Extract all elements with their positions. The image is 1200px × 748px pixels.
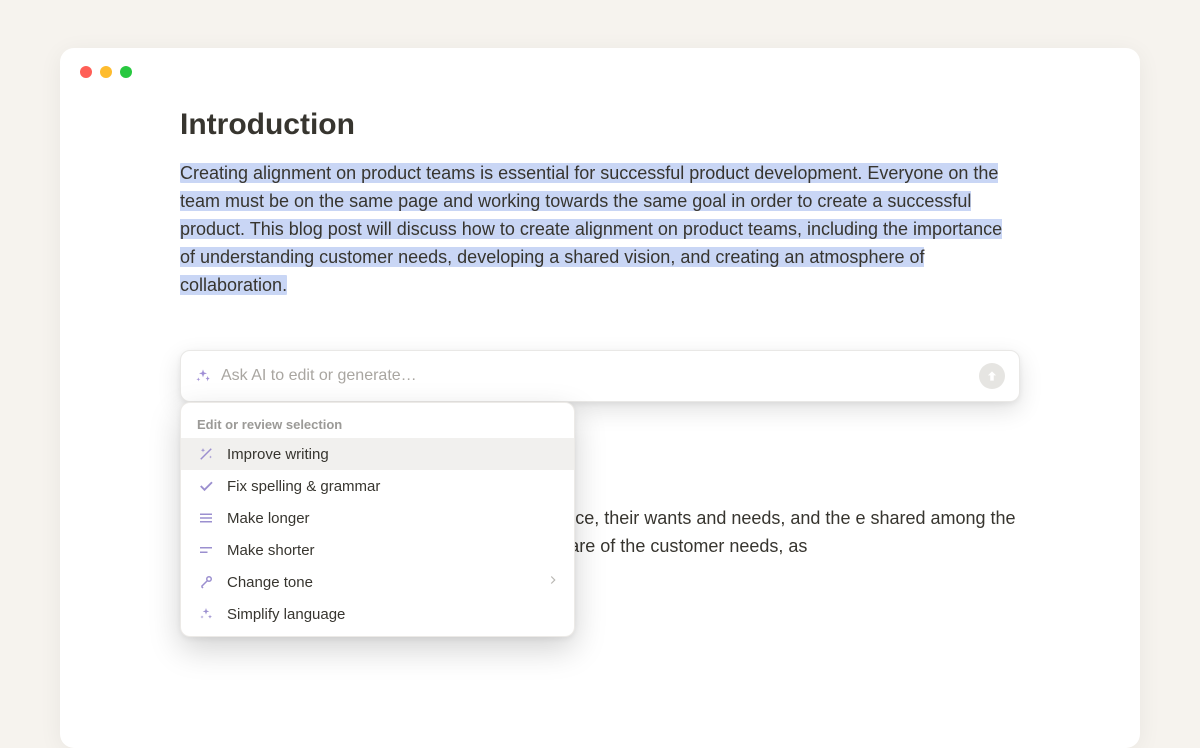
menu-item-make-longer[interactable]: Make longer bbox=[181, 502, 574, 534]
submit-button[interactable] bbox=[979, 363, 1005, 389]
sparkle-icon bbox=[195, 368, 211, 384]
menu-item-label: Make longer bbox=[227, 510, 310, 527]
ai-prompt-bar[interactable] bbox=[180, 350, 1020, 402]
wand-icon bbox=[197, 445, 215, 463]
menu-item-fix-spelling[interactable]: Fix spelling & grammar bbox=[181, 470, 574, 502]
microphone-icon bbox=[197, 573, 215, 591]
menu-item-improve-writing[interactable]: Improve writing bbox=[181, 438, 574, 470]
menu-item-label: Improve writing bbox=[227, 446, 329, 463]
menu-item-change-tone[interactable]: Change tone bbox=[181, 566, 574, 598]
check-icon bbox=[197, 477, 215, 495]
maximize-icon[interactable] bbox=[120, 66, 132, 78]
menu-item-label: Change tone bbox=[227, 574, 313, 591]
heading-introduction[interactable]: Introduction bbox=[180, 108, 1020, 142]
ai-prompt-input[interactable] bbox=[221, 367, 969, 385]
menu-item-simplify[interactable]: Simplify language bbox=[181, 598, 574, 630]
menu-item-label: Make shorter bbox=[227, 542, 315, 559]
menu-item-make-shorter[interactable]: Make shorter bbox=[181, 534, 574, 566]
selected-text: Creating alignment on product teams is e… bbox=[180, 163, 1002, 295]
document-body: Introduction Creating alignment on produ… bbox=[60, 78, 1140, 299]
close-icon[interactable] bbox=[80, 66, 92, 78]
window-controls bbox=[60, 48, 1140, 78]
app-window: Introduction Creating alignment on produ… bbox=[60, 48, 1140, 748]
intro-paragraph[interactable]: Creating alignment on product teams is e… bbox=[180, 160, 1020, 299]
chevron-right-icon bbox=[546, 573, 560, 591]
lines-long-icon bbox=[197, 509, 215, 527]
menu-item-label: Fix spelling & grammar bbox=[227, 478, 380, 495]
menu-item-label: Simplify language bbox=[227, 606, 345, 623]
ai-actions-menu: Edit or review selection Improve writing… bbox=[180, 402, 575, 637]
lines-short-icon bbox=[197, 541, 215, 559]
menu-section-header: Edit or review selection bbox=[181, 411, 574, 438]
minimize-icon[interactable] bbox=[100, 66, 112, 78]
arrow-up-icon bbox=[985, 369, 999, 383]
sparkle-icon bbox=[197, 605, 215, 623]
